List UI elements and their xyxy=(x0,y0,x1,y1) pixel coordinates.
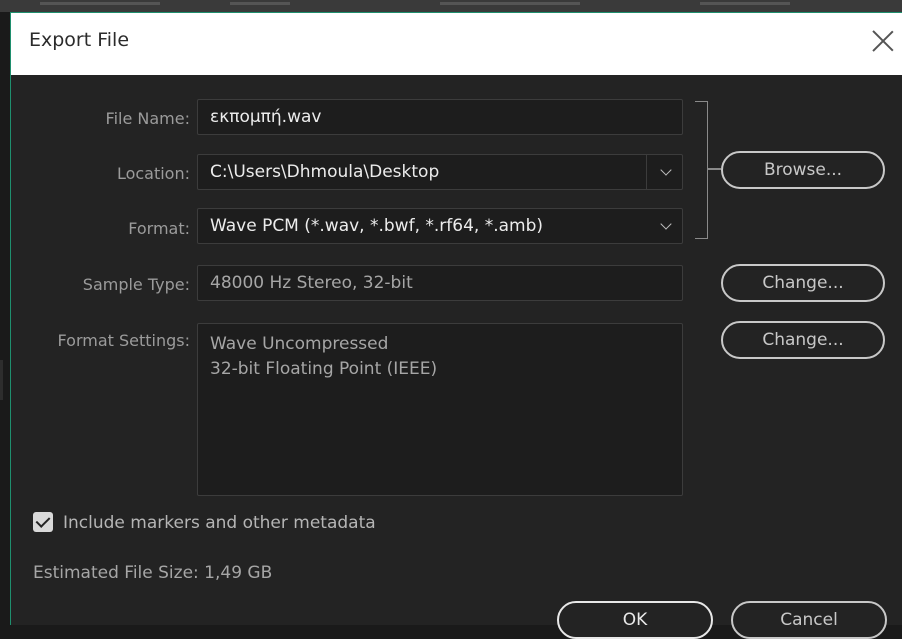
estimated-file-size: Estimated File Size: 1,49 GB xyxy=(33,563,273,583)
ok-button[interactable]: OK xyxy=(557,601,713,639)
group-bracket-tick xyxy=(707,168,721,170)
file-name-label: File Name: xyxy=(105,109,190,128)
include-markers-checkbox[interactable] xyxy=(33,512,53,532)
cancel-button[interactable]: Cancel xyxy=(731,601,887,639)
chevron-down-icon[interactable] xyxy=(660,164,672,176)
sample-type-value: 48000 Hz Stereo, 32-bit xyxy=(210,273,413,293)
format-settings-line: 32-bit Floating Point (IEEE) xyxy=(210,359,438,379)
location-dropdown[interactable]: C:\Users\Dhmoula\Desktop xyxy=(197,154,683,190)
sample-type-label: Sample Type: xyxy=(82,275,190,294)
export-file-dialog: Export File File Name: εκπομπή.wav Locat… xyxy=(10,12,902,639)
sample-type-field: 48000 Hz Stereo, 32-bit xyxy=(197,265,683,301)
location-label: Location: xyxy=(116,164,190,183)
format-settings-change-button[interactable]: Change... xyxy=(721,321,885,359)
close-icon[interactable] xyxy=(869,27,897,55)
chevron-down-icon xyxy=(660,218,672,230)
background-ghost-bar xyxy=(40,2,160,5)
format-settings-line: Wave Uncompressed xyxy=(210,334,389,354)
background-edge xyxy=(0,360,3,400)
group-bracket xyxy=(695,101,708,239)
sample-type-change-button[interactable]: Change... xyxy=(721,264,885,302)
format-settings-text: Wave Uncompressed 32-bit Floating Point … xyxy=(210,332,437,382)
background-ghost-bar xyxy=(440,2,580,5)
file-name-value: εκπομπή.wav xyxy=(210,107,322,127)
title-bar: Export File xyxy=(11,13,902,75)
include-markers-label: Include markers and other metadata xyxy=(63,513,376,533)
format-settings-box: Wave Uncompressed 32-bit Floating Point … xyxy=(197,323,683,496)
format-settings-label: Format Settings: xyxy=(57,331,190,350)
format-value: Wave PCM (*.wav, *.bwf, *.rf64, *.amb) xyxy=(210,216,543,236)
background-ghost-bar xyxy=(700,2,790,5)
dialog-title: Export File xyxy=(29,29,130,51)
background-ghost-bar xyxy=(230,2,290,5)
location-value: C:\Users\Dhmoula\Desktop xyxy=(210,162,440,182)
file-name-input[interactable]: εκπομπή.wav xyxy=(197,99,683,135)
dropdown-divider xyxy=(646,155,647,189)
background-app-strip xyxy=(0,0,902,12)
format-dropdown[interactable]: Wave PCM (*.wav, *.bwf, *.rf64, *.amb) xyxy=(197,208,683,244)
format-label: Format: xyxy=(128,219,190,238)
browse-button[interactable]: Browse... xyxy=(721,151,885,189)
